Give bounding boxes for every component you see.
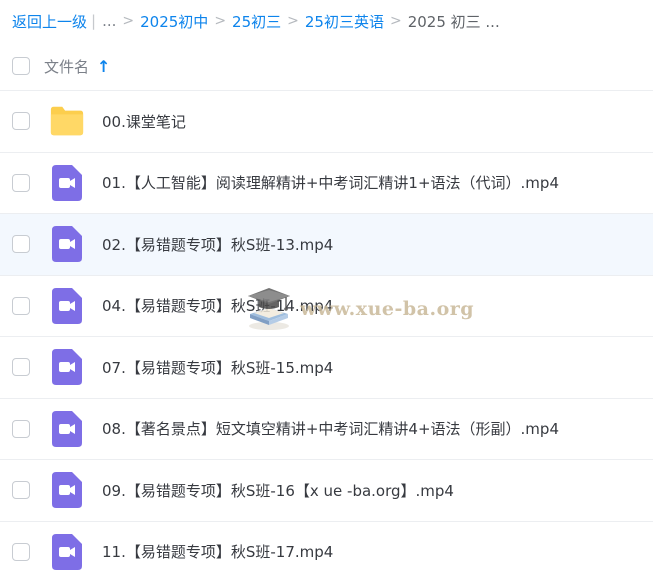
- row-checkbox[interactable]: [12, 235, 30, 254]
- row-checkbox[interactable]: [12, 358, 30, 377]
- file-name[interactable]: 01.【人工智能】阅读理解精讲+中考词汇精讲1+语法（代词）.mp4: [102, 172, 559, 193]
- column-header-name[interactable]: 文件名: [44, 56, 89, 77]
- file-list: 00.课堂笔记 01.【人工智能】阅读理解精讲+中考词汇精讲1+语法（代词）.m…: [0, 91, 653, 582]
- file-row[interactable]: 09.【易错题专项】秋S班-16【x ue -ba.org】.mp4: [0, 460, 653, 522]
- row-checkbox[interactable]: [12, 112, 30, 131]
- breadcrumb-divider: |: [91, 12, 97, 30]
- breadcrumb-item-2025-junior[interactable]: 2025初中: [140, 11, 208, 32]
- file-name[interactable]: 09.【易错题专项】秋S班-16【x ue -ba.org】.mp4: [102, 480, 454, 501]
- chevron-right-icon: >: [287, 13, 299, 29]
- row-checkbox[interactable]: [12, 481, 30, 500]
- file-name[interactable]: 00.课堂笔记: [102, 111, 186, 132]
- row-checkbox[interactable]: [12, 542, 30, 561]
- file-name[interactable]: 11.【易错题专项】秋S班-17.mp4: [102, 541, 333, 562]
- file-row[interactable]: 01.【人工智能】阅读理解精讲+中考词汇精讲1+语法（代词）.mp4: [0, 153, 653, 214]
- file-row[interactable]: 08.【著名景点】短文填空精讲+中考词汇精讲4+语法（形副）.mp4: [0, 399, 653, 460]
- row-checkbox[interactable]: [12, 296, 30, 315]
- breadcrumb: 返回上一级 | ... > 2025初中 > 25初三 > 25初三英语 > 2…: [0, 0, 653, 42]
- video-file-icon: [49, 226, 85, 263]
- chevron-right-icon: >: [122, 13, 135, 29]
- video-file-icon: [49, 349, 85, 386]
- breadcrumb-item-25-grade9[interactable]: 25初三: [232, 11, 281, 32]
- breadcrumb-current: 2025 初三 ...: [407, 12, 500, 31]
- select-all-checkbox[interactable]: [12, 57, 30, 75]
- file-row[interactable]: 00.课堂笔记: [0, 91, 653, 153]
- video-file-icon: [49, 164, 85, 201]
- file-browser: 返回上一级 | ... > 2025初中 > 25初三 > 25初三英语 > 2…: [0, 0, 653, 582]
- file-row[interactable]: 04.【易错题专项】秋S班-14.mp4: [0, 276, 653, 337]
- file-row[interactable]: 07.【易错题专项】秋S班-15.mp4: [0, 337, 653, 399]
- file-name[interactable]: 07.【易错题专项】秋S班-15.mp4: [102, 357, 333, 378]
- file-name[interactable]: 02.【易错题专项】秋S班-13.mp4: [102, 234, 333, 255]
- video-file-icon: [49, 533, 85, 570]
- chevron-right-icon: >: [214, 13, 227, 29]
- row-checkbox[interactable]: [12, 419, 30, 438]
- folder-icon: [49, 103, 85, 139]
- back-link[interactable]: 返回上一级: [12, 11, 87, 32]
- video-file-icon: [49, 472, 85, 509]
- row-checkbox[interactable]: [12, 173, 30, 192]
- file-name[interactable]: 08.【著名景点】短文填空精讲+中考词汇精讲4+语法（形副）.mp4: [102, 418, 559, 439]
- video-file-icon: [49, 410, 85, 447]
- breadcrumb-ellipsis[interactable]: ...: [102, 12, 116, 30]
- list-header: 文件名 ↑: [0, 42, 653, 91]
- video-file-icon: [49, 287, 85, 324]
- file-row[interactable]: 11.【易错题专项】秋S班-17.mp4: [0, 522, 653, 582]
- file-name[interactable]: 04.【易错题专项】秋S班-14.mp4: [102, 295, 333, 316]
- file-row[interactable]: 02.【易错题专项】秋S班-13.mp4: [0, 214, 653, 276]
- chevron-right-icon: >: [389, 13, 402, 29]
- arrow-up-icon[interactable]: ↑: [97, 57, 110, 76]
- breadcrumb-item-25-grade9-english[interactable]: 25初三英语: [305, 11, 384, 32]
